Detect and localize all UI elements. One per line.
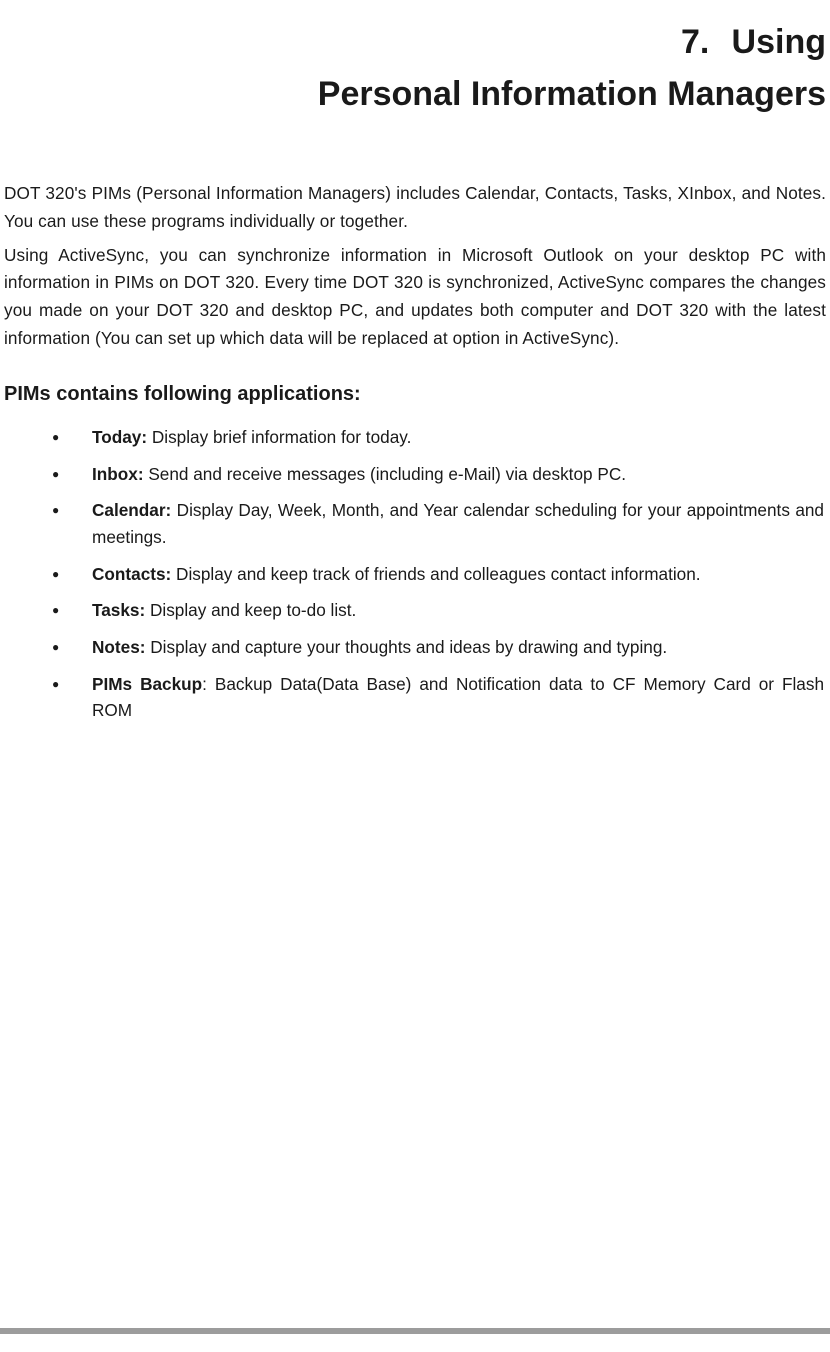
list-item: Notes: Display and capture your thoughts… [52, 634, 824, 661]
item-label: Inbox: [92, 464, 144, 484]
item-label: Contacts: [92, 564, 171, 584]
item-text: Display and capture your thoughts and id… [145, 637, 667, 657]
list-item: Calendar: Display Day, Week, Month, and … [52, 497, 824, 550]
item-text: Display and keep to-do list. [145, 600, 356, 620]
applications-list: Today: Display brief information for tod… [4, 424, 826, 724]
intro-paragraph-1: DOT 320's PIMs (Personal Information Man… [4, 180, 826, 236]
footer-divider [0, 1328, 830, 1334]
item-label: Tasks: [92, 600, 145, 620]
chapter-title-bottom: Personal Information Managers [4, 72, 826, 118]
item-text: Display brief information for today. [147, 427, 411, 447]
chapter-title-top: Using [732, 23, 826, 61]
chapter-number: 7. [681, 23, 709, 61]
list-item: Tasks: Display and keep to-do list. [52, 597, 824, 624]
item-label: Notes: [92, 637, 145, 657]
chapter-heading: 7. Using Personal Information Managers [4, 20, 826, 118]
item-label: Calendar: [92, 500, 171, 520]
subheading-applications: PIMs contains following applications: [4, 383, 826, 406]
list-item: Today: Display brief information for tod… [52, 424, 824, 451]
item-text: Display Day, Week, Month, and Year calen… [92, 500, 824, 547]
list-item: Inbox: Send and receive messages (includ… [52, 461, 824, 488]
item-label: Today: [92, 427, 147, 447]
item-text: : Backup Data(Data Base) and Notificatio… [92, 674, 824, 721]
list-item: PIMs Backup: Backup Data(Data Base) and … [52, 671, 824, 724]
item-label: PIMs Backup [92, 674, 202, 694]
item-text: Send and receive messages (including e-M… [144, 464, 626, 484]
item-text: Display and keep track of friends and co… [171, 564, 700, 584]
intro-paragraph-2: Using ActiveSync, you can synchronize in… [4, 242, 826, 353]
list-item: Contacts: Display and keep track of frie… [52, 561, 824, 588]
